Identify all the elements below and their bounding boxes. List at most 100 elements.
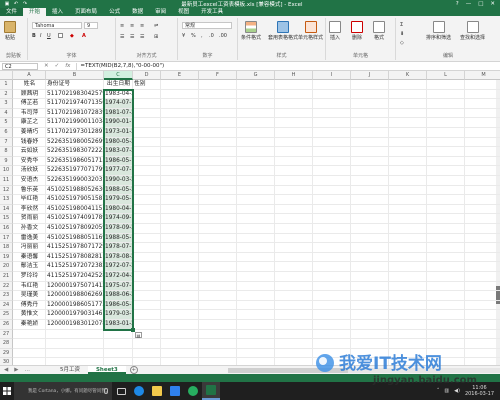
name-cell[interactable]: 贺雨丽 xyxy=(13,214,46,224)
empty-cell[interactable] xyxy=(46,348,104,359)
empty-cell[interactable] xyxy=(351,99,389,109)
empty-cell[interactable] xyxy=(13,339,46,349)
cortana-search-box[interactable]: 我是 Cortana，小娜。有问题尽管问我。 xyxy=(14,382,112,400)
id-number-cell[interactable]: 451025198805263085 xyxy=(46,185,104,196)
empty-cell[interactable] xyxy=(389,214,427,224)
empty-cell[interactable] xyxy=(427,300,465,311)
empty-cell[interactable] xyxy=(199,233,237,244)
row-header[interactable]: 10 xyxy=(0,166,13,176)
empty-cell[interactable] xyxy=(427,339,465,349)
id-number-cell[interactable]: 120000198301207800 xyxy=(46,320,104,330)
empty-cell[interactable] xyxy=(427,204,465,215)
header-cell[interactable]: 身份证号 xyxy=(46,80,104,90)
empty-cell[interactable] xyxy=(275,358,313,365)
paste-button[interactable]: 粘贴 xyxy=(4,21,16,41)
add-sheet-button[interactable]: + xyxy=(129,366,138,374)
empty-cell[interactable] xyxy=(465,147,500,157)
empty-cell[interactable] xyxy=(465,186,500,196)
name-cell[interactable]: 毕红艳 xyxy=(13,195,46,205)
empty-cell[interactable] xyxy=(133,272,161,282)
microphone-icon[interactable] xyxy=(104,388,108,394)
empty-cell[interactable] xyxy=(237,348,275,359)
column-header-H[interactable]: H xyxy=(275,71,313,80)
empty-cell[interactable] xyxy=(237,99,275,109)
empty-cell[interactable] xyxy=(46,339,104,349)
empty-cell[interactable] xyxy=(199,329,237,340)
empty-cell[interactable] xyxy=(237,156,275,167)
row-header[interactable]: 3 xyxy=(0,99,13,109)
column-header-E[interactable]: E xyxy=(161,71,199,80)
empty-cell[interactable] xyxy=(313,80,351,90)
empty-cell[interactable] xyxy=(427,243,465,253)
column-header-D[interactable]: D xyxy=(133,71,161,80)
empty-cell[interactable] xyxy=(389,195,427,205)
name-cell[interactable]: 傅芷若 xyxy=(13,99,46,109)
empty-cell[interactable] xyxy=(161,310,199,320)
empty-cell[interactable] xyxy=(133,118,161,128)
empty-cell[interactable] xyxy=(313,252,351,263)
empty-cell[interactable] xyxy=(199,204,237,215)
empty-cell[interactable] xyxy=(389,348,427,359)
empty-cell[interactable] xyxy=(133,166,161,176)
empty-cell[interactable] xyxy=(351,166,389,176)
empty-cell[interactable] xyxy=(313,243,351,253)
empty-cell[interactable] xyxy=(389,358,427,365)
empty-cell[interactable] xyxy=(389,339,427,349)
id-number-cell[interactable]: 511702199001103486 xyxy=(46,118,104,128)
empty-cell[interactable] xyxy=(427,176,465,186)
empty-cell[interactable] xyxy=(161,156,199,167)
empty-cell[interactable] xyxy=(313,224,351,234)
empty-cell[interactable] xyxy=(199,80,237,90)
empty-cell[interactable] xyxy=(351,147,389,157)
empty-cell[interactable] xyxy=(351,80,389,90)
empty-cell[interactable] xyxy=(133,137,161,148)
empty-cell[interactable] xyxy=(389,252,427,263)
empty-cell[interactable] xyxy=(275,224,313,234)
empty-cell[interactable] xyxy=(199,339,237,349)
birth-date-cell[interactable]: 1978-08-28 xyxy=(104,252,133,263)
empty-cell[interactable] xyxy=(427,80,465,90)
birth-date-cell[interactable]: 1980-05-26 xyxy=(104,137,133,148)
enter-icon[interactable]: ✓ xyxy=(55,63,60,69)
empty-cell[interactable] xyxy=(351,329,389,340)
empty-cell[interactable] xyxy=(313,118,351,128)
empty-cell[interactable] xyxy=(275,233,313,244)
empty-cell[interactable] xyxy=(351,310,389,320)
row-header[interactable]: 20 xyxy=(0,262,13,272)
wrap-text-icon[interactable]: ⇌ xyxy=(154,23,158,29)
cell-styles-button[interactable]: 单元格样式 xyxy=(298,21,323,41)
birth-date-cell[interactable]: 1983-04-25 xyxy=(103,88,134,101)
horizontal-scrollbar[interactable] xyxy=(227,367,500,373)
name-cell[interactable]: 孙香文 xyxy=(13,224,46,234)
birth-date-cell[interactable]: 1972-04-25 xyxy=(104,272,133,282)
empty-cell[interactable] xyxy=(313,214,351,224)
name-cell[interactable]: 李欣然 xyxy=(13,204,46,215)
select-all-corner[interactable] xyxy=(0,71,13,80)
id-number-cell[interactable]: 522635198307222381 xyxy=(46,147,104,157)
id-number-cell[interactable]: 411525197207238221 xyxy=(46,262,104,272)
id-number-cell[interactable]: 511702197407135024 xyxy=(46,99,104,109)
empty-cell[interactable] xyxy=(13,329,46,340)
empty-cell[interactable] xyxy=(465,118,500,128)
birth-date-cell[interactable]: 1988-06-26 xyxy=(104,291,133,301)
empty-cell[interactable] xyxy=(161,252,199,263)
empty-cell[interactable] xyxy=(389,281,427,292)
column-header-K[interactable]: K xyxy=(389,71,427,80)
file-explorer-icon[interactable] xyxy=(148,382,166,400)
empty-cell[interactable] xyxy=(427,137,465,148)
fx-icon[interactable]: fx xyxy=(65,63,70,69)
empty-cell[interactable] xyxy=(133,128,161,138)
fill-icon[interactable]: ⬇ xyxy=(400,31,404,37)
tab-page-layout[interactable]: 页面布局 xyxy=(69,8,103,16)
empty-cell[interactable] xyxy=(275,118,313,128)
empty-cell[interactable] xyxy=(199,348,237,359)
empty-cell[interactable] xyxy=(313,272,351,282)
empty-cell[interactable] xyxy=(313,358,351,365)
name-cell[interactable]: 罗玲玲 xyxy=(13,272,46,282)
cancel-icon[interactable]: ✕ xyxy=(44,63,49,69)
empty-cell[interactable] xyxy=(199,224,237,234)
italic-button[interactable]: I xyxy=(40,33,41,39)
name-cell[interactable]: 姜晴巧 xyxy=(13,128,46,138)
empty-cell[interactable] xyxy=(351,348,389,359)
empty-cell[interactable] xyxy=(389,156,427,167)
